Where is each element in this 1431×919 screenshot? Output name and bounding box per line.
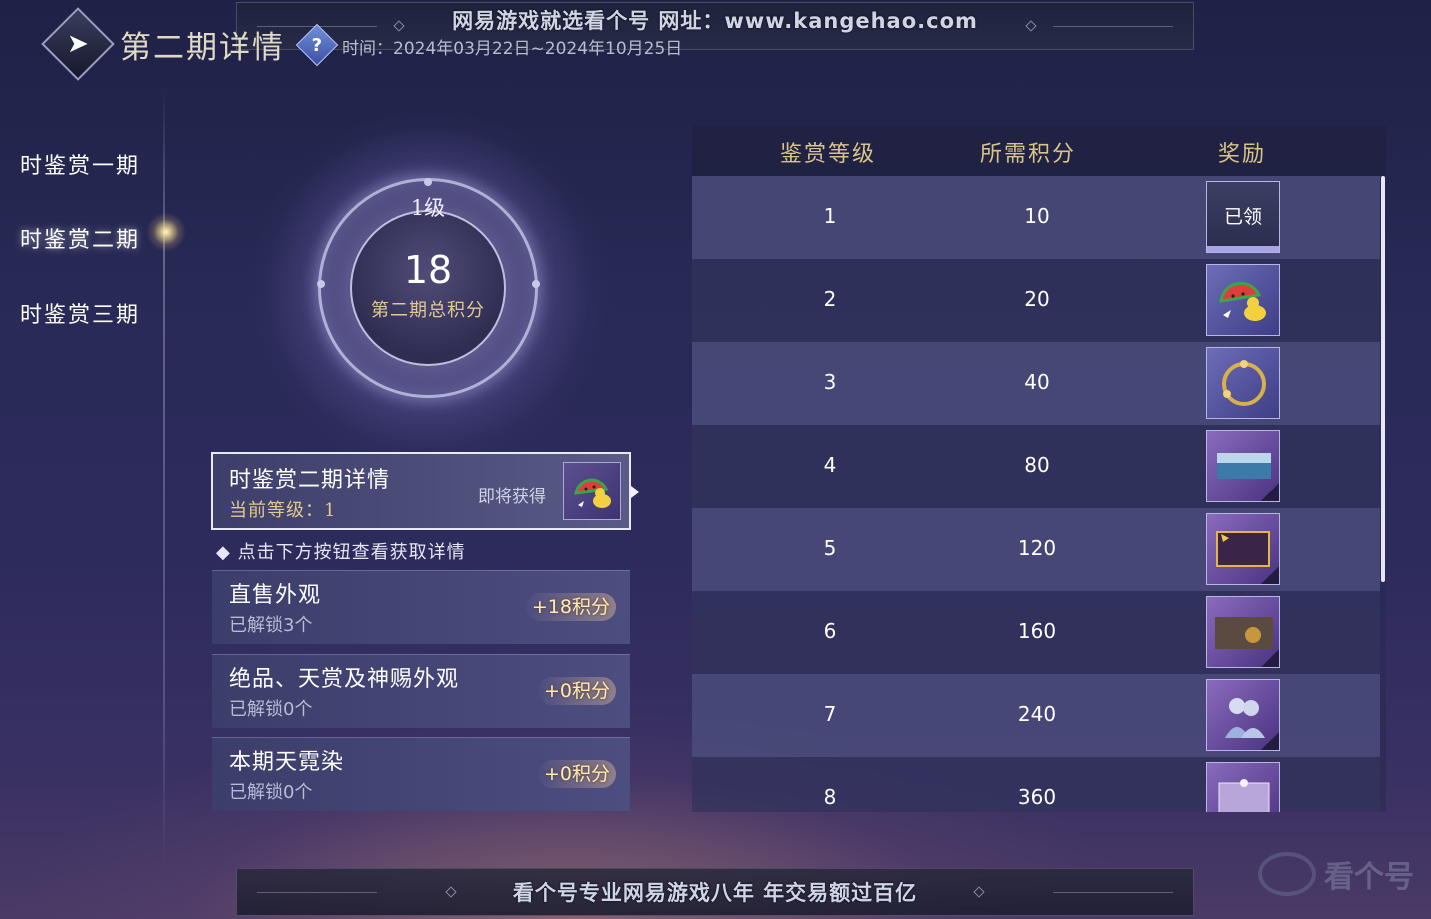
column-header-reward: 奖励	[1218, 142, 1267, 167]
reward-table: 鉴赏等级 所需积分 奖励 1 10 已领 2 20 3 40 4 80 5 12…	[692, 126, 1386, 812]
corner-badge	[1261, 649, 1279, 667]
back-button[interactable]: ➤	[41, 7, 115, 81]
table-row: 1 10 已领	[692, 176, 1380, 259]
scenery-card-icon[interactable]	[1206, 430, 1280, 502]
upcoming-label: 即将获得	[478, 487, 546, 507]
row-level: 7	[823, 702, 837, 726]
total-score-label: 第二期总积分	[371, 300, 485, 321]
category-points-badge: +0积分	[537, 677, 616, 705]
card-pointer-icon	[631, 486, 639, 498]
mech-scene-icon[interactable]	[1206, 596, 1280, 668]
watermark-text-top: 网易游戏就选看个号 网址：www.kangehao.com	[452, 9, 978, 33]
sidebar-item-period-1[interactable]: 时鉴赏一期	[20, 148, 140, 180]
table-header: 鉴赏等级 所需积分 奖励	[692, 126, 1386, 176]
ring-dot	[532, 280, 540, 288]
active-indicator-star-icon	[146, 212, 186, 252]
category-unlocked: 已解锁3个	[229, 615, 313, 636]
appreciation-level: 1级	[410, 196, 446, 220]
decorative-line	[257, 892, 377, 893]
table-row: 6 160	[692, 591, 1380, 674]
sidebar-item-period-3[interactable]: 时鉴赏三期	[20, 297, 140, 329]
row-points: 80	[1024, 453, 1050, 477]
hint-text: ◆ 点击下方按钮查看获取详情	[216, 542, 466, 563]
corner-badge	[1261, 732, 1279, 750]
table-scrollbar[interactable]	[1381, 176, 1385, 582]
category-name: 本期天霓染	[229, 750, 345, 775]
current-level: 当前等级：1	[229, 500, 337, 521]
watermark-banner-bottom: 看个号专业网易游戏八年 年交易额过百亿	[236, 868, 1194, 916]
back-arrow-icon: ➤	[67, 28, 89, 59]
claimed-bar	[1207, 246, 1279, 252]
eye-logo-icon	[1258, 852, 1316, 896]
category-unlocked: 已解锁0个	[229, 699, 313, 720]
row-level: 4	[823, 453, 837, 477]
total-score: 18	[403, 248, 453, 292]
ring-dot	[317, 280, 325, 288]
row-points: 120	[1017, 536, 1057, 560]
period-detail-card[interactable]: 时鉴赏二期详情 当前等级：1 即将获得	[211, 452, 631, 530]
decorative-diamond	[393, 20, 405, 32]
row-level: 6	[823, 619, 837, 643]
detail-card-title: 时鉴赏二期详情	[229, 468, 391, 493]
table-row: 4 80	[692, 425, 1380, 508]
row-points: 40	[1024, 370, 1050, 394]
claimed-label: 已领	[1223, 206, 1262, 228]
couple-portrait-icon[interactable]	[1206, 679, 1280, 751]
column-header-points: 所需积分	[980, 142, 1077, 167]
row-level: 8	[823, 785, 837, 809]
decorative-diamond	[973, 886, 985, 898]
decorative-diamond	[445, 886, 457, 898]
page-title: 第二期详情	[120, 30, 285, 66]
decorative-line	[1053, 26, 1173, 27]
category-direct-sale-button[interactable]: 直售外观 已解锁3个 +18积分	[212, 570, 630, 644]
category-premium-button[interactable]: 绝品、天赏及神赐外观 已解锁0个 +0积分	[212, 654, 630, 728]
row-points: 360	[1017, 785, 1057, 809]
category-name: 直售外观	[229, 583, 322, 608]
ornate-frame-icon[interactable]	[1206, 762, 1280, 812]
row-points: 240	[1017, 702, 1057, 726]
category-points-badge: +0积分	[537, 760, 616, 788]
column-header-level: 鉴赏等级	[780, 142, 877, 167]
decorative-line	[1053, 892, 1173, 893]
golden-frame-icon[interactable]	[1206, 513, 1280, 585]
row-level: 5	[823, 536, 837, 560]
row-level: 1	[823, 204, 837, 228]
watermark-text-bottom: 看个号专业网易游戏八年 年交易额过百亿	[512, 881, 918, 905]
category-dye-button[interactable]: 本期天霓染 已解锁0个 +0积分	[212, 737, 630, 811]
row-level: 2	[823, 287, 837, 311]
category-unlocked: 已解锁0个	[229, 782, 313, 803]
table-row: 7 240	[692, 674, 1380, 757]
category-points-badge: +18积分	[525, 593, 616, 621]
table-row: 8 360	[692, 757, 1380, 812]
row-points: 20	[1024, 287, 1050, 311]
category-name: 绝品、天赏及神赐外观	[229, 667, 460, 692]
corner-badge	[1261, 483, 1279, 501]
corner-badge	[1261, 566, 1279, 584]
row-points: 160	[1017, 619, 1057, 643]
golden-ring-icon[interactable]	[1206, 347, 1280, 419]
row-points: 10	[1024, 204, 1050, 228]
event-time-range: 时间：2024年03月22日~2024年10月25日	[342, 39, 683, 59]
watermelon-duck-icon[interactable]	[1206, 264, 1280, 336]
table-row: 2 20	[692, 259, 1380, 342]
claimed-reward-slot[interactable]: 已领	[1206, 181, 1280, 253]
brand-watermark: 看个号	[1258, 852, 1414, 896]
row-level: 3	[823, 370, 837, 394]
table-row: 5 120	[692, 508, 1380, 591]
table-row: 3 40	[692, 342, 1380, 425]
sidebar-divider	[163, 85, 165, 865]
decorative-diamond	[1025, 20, 1037, 32]
brand-watermark-text: 看个号	[1324, 860, 1414, 895]
sidebar-item-period-2[interactable]: 时鉴赏二期	[20, 222, 140, 254]
ring-dot	[424, 178, 432, 186]
watermelon-duck-icon[interactable]	[563, 462, 621, 520]
